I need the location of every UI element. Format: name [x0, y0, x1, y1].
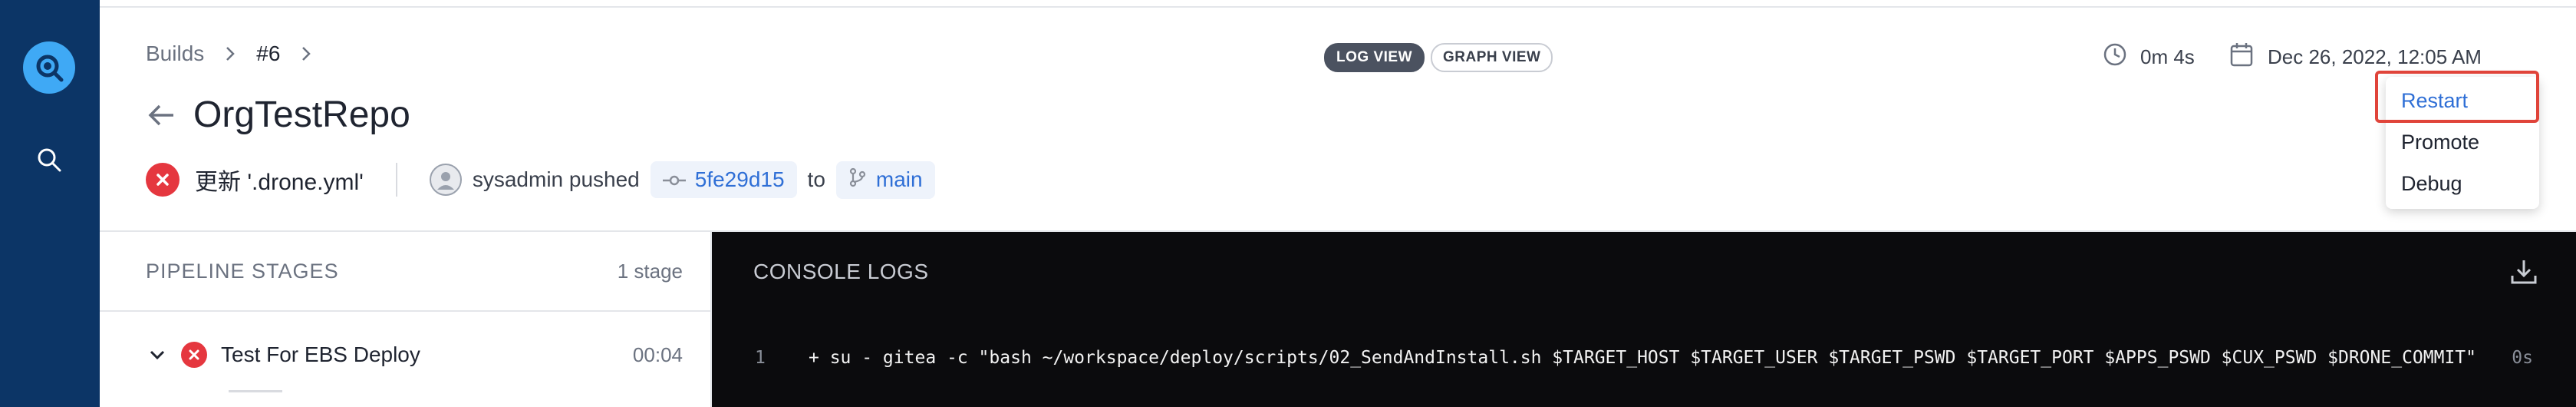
breadcrumb-builds[interactable]: Builds	[146, 41, 204, 66]
tab-log-view[interactable]: LOG VIEW	[1324, 43, 1425, 72]
commit-sha: 5fe29d15	[694, 167, 785, 191]
menu-item-restart[interactable]: Restart	[2401, 89, 2468, 113]
failed-status-icon	[181, 342, 207, 368]
breadcrumb-build-number[interactable]: #6	[256, 41, 280, 66]
failed-status-icon	[146, 163, 180, 197]
log-line-time: 0s	[2512, 348, 2533, 368]
chevron-right-icon	[300, 45, 312, 62]
stages-heading: PIPELINE STAGES	[146, 260, 339, 283]
duration-value: 0m 4s	[2140, 45, 2195, 68]
download-icon[interactable]	[2505, 253, 2542, 290]
stage-row[interactable]: Test For EBS Deploy 00:04	[146, 336, 683, 373]
commit-actor: sysadmin pushed	[472, 167, 640, 191]
stages-count: 1 stage	[617, 260, 683, 283]
stage-name: Test For EBS Deploy	[221, 342, 420, 366]
calendar-icon	[2229, 41, 2254, 73]
breadcrumb: Builds #6	[146, 41, 332, 66]
view-tabs: LOG VIEW GRAPH VIEW	[1324, 43, 1553, 72]
stage-step-partial	[229, 390, 282, 399]
clock-icon	[2102, 41, 2128, 73]
top-border	[100, 0, 2576, 8]
log-line-text: + su - gitea -c "bash ~/workspace/deploy…	[809, 348, 2477, 368]
branch-link[interactable]: main	[835, 160, 935, 199]
build-duration: 0m 4s	[2102, 41, 2195, 73]
commit-icon	[662, 167, 686, 192]
back-arrow-icon[interactable]	[146, 100, 176, 131]
commit-info: 更新 '.drone.yml' sysadmin pushed 5fe29d15…	[146, 158, 935, 201]
drone-logo-icon[interactable]	[23, 41, 75, 94]
branch-name: main	[875, 167, 923, 191]
build-created: Dec 26, 2022, 12:05 AM	[2229, 41, 2482, 73]
left-nav	[0, 0, 100, 407]
menu-item-promote[interactable]: Promote	[2401, 131, 2479, 154]
divider	[100, 310, 710, 312]
chevron-right-icon	[224, 45, 236, 62]
page-title: OrgTestRepo	[193, 94, 410, 135]
console-heading: CONSOLE LOGS	[753, 260, 929, 283]
avatar	[429, 164, 462, 196]
pipeline-stages-panel: PIPELINE STAGES 1 stage Test For EBS Dep…	[100, 232, 712, 407]
commit-message: 更新 '.drone.yml'	[195, 170, 364, 195]
commit-sha-link[interactable]: 5fe29d15	[650, 161, 797, 198]
created-timestamp: Dec 26, 2022, 12:05 AM	[2268, 45, 2482, 68]
build-actions-menu: Restart Promote Debug	[2386, 77, 2539, 209]
stage-duration: 00:04	[632, 342, 683, 366]
build-header: Builds #6 OrgTestRepo 更新 '.drone.yml' sy…	[100, 8, 2576, 232]
console-logs-panel: CONSOLE LOGS 1 + su - gitea -c "bash ~/w…	[712, 232, 2576, 407]
git-branch-icon	[848, 167, 867, 193]
search-icon[interactable]	[34, 144, 64, 175]
divider	[395, 163, 397, 197]
log-line-number[interactable]: 1	[755, 341, 766, 375]
menu-item-debug[interactable]: Debug	[2401, 172, 2462, 196]
tab-graph-view[interactable]: GRAPH VIEW	[1431, 43, 1553, 72]
to-label: to	[807, 167, 825, 191]
title-row: OrgTestRepo	[146, 94, 410, 136]
chevron-down-icon[interactable]	[146, 343, 169, 366]
